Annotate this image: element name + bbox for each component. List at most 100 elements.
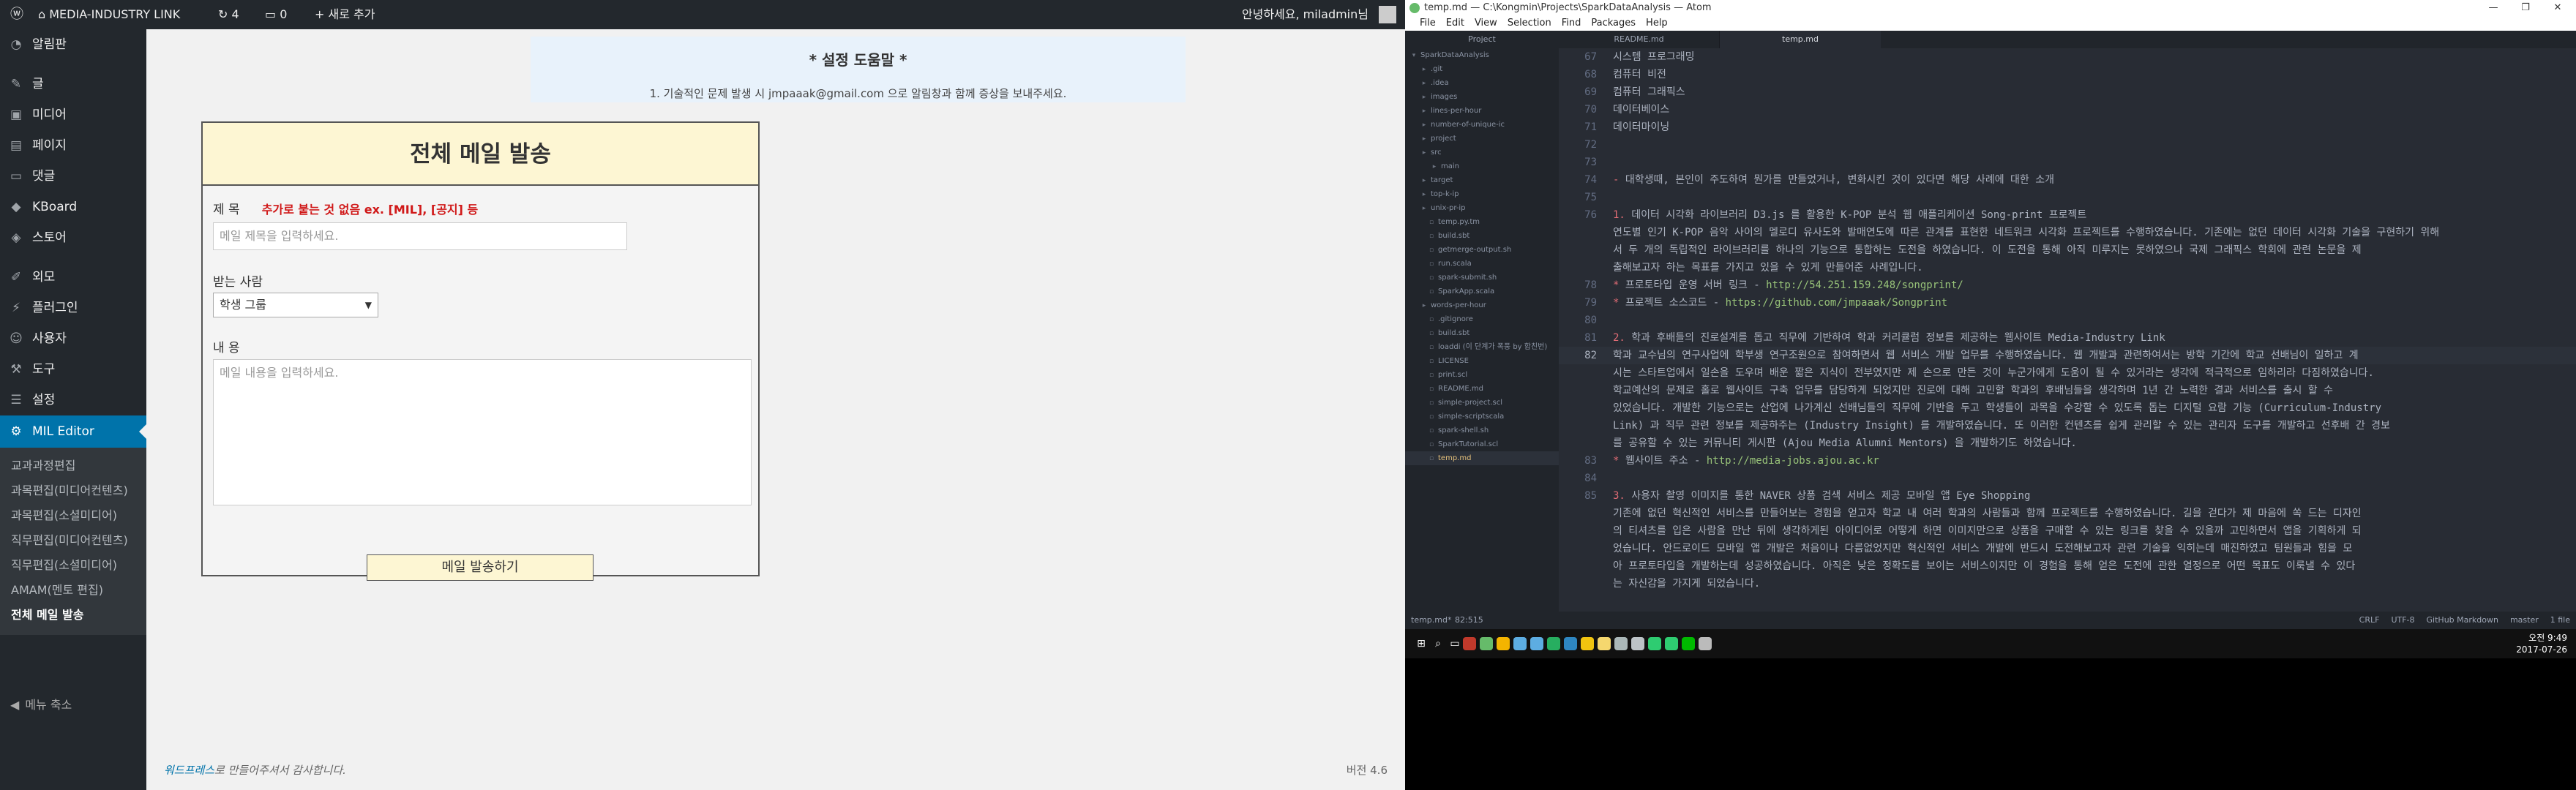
system-clock[interactable]: 오전 9:49 2017-07-26: [2516, 632, 2567, 655]
editor-pane[interactable]: 시스템 프로그래밍 컴퓨터 비전 컴퓨터 그래픽스 데이터베이스 데이터마이닝 - 대학생…: [1604, 48, 2576, 612]
menu-item-packages[interactable]: Packages: [1591, 18, 1636, 29]
tree-item[interactable]: ▸ unix-pr-ip: [1405, 201, 1559, 215]
tree-item[interactable]: ▸ .git: [1405, 62, 1559, 76]
tree-item[interactable]: ▫ getmerge-output.sh: [1405, 243, 1559, 257]
tree-item[interactable]: ▸ target: [1405, 173, 1559, 187]
wordpress-logo-icon[interactable]: ⓦ: [9, 0, 25, 29]
code-line[interactable]: 있었습니다. 개발한 기능으로는 산업에 나가계신 선배님들의 직무에 기반을 …: [1604, 399, 2576, 417]
sidebar-item-3[interactable]: ▤ 페이지: [0, 130, 146, 161]
tree-item[interactable]: ▸ project: [1405, 132, 1559, 146]
line-icon[interactable]: [1682, 637, 1695, 650]
tree-item[interactable]: ▸ words-per-hour: [1405, 298, 1559, 312]
new-content-link[interactable]: + 새로 추가: [315, 0, 375, 29]
minimize-icon[interactable]: —: [2482, 0, 2504, 16]
terminal-icon[interactable]: [1564, 637, 1577, 650]
send-mail-button[interactable]: 메일 발송하기: [367, 554, 594, 581]
status-item[interactable]: master: [2510, 615, 2539, 625]
settings-icon[interactable]: [1699, 637, 1712, 650]
code-line[interactable]: 컴퓨터 비전: [1604, 66, 2576, 83]
code-line[interactable]: Link) 과 직무 관련 정보를 제공하주는 (Industry Insigh…: [1604, 417, 2576, 434]
doc-icon[interactable]: [1631, 637, 1644, 650]
tree-item[interactable]: ▸ lines-per-hour: [1405, 104, 1559, 118]
updates-link[interactable]: ↻ 4: [218, 0, 239, 29]
taskview-icon[interactable]: ▭: [1445, 633, 1465, 654]
code-line[interactable]: [1604, 312, 2576, 329]
subject-input[interactable]: 메일 제목을 입력하세요.: [213, 222, 627, 250]
menu-item-file[interactable]: File: [1420, 18, 1436, 29]
tab-temp-md[interactable]: temp.md: [1720, 31, 1881, 48]
code-line[interactable]: 데이터베이스: [1604, 101, 2576, 118]
sidebar-item-9[interactable]: ☺ 사용자: [0, 323, 146, 354]
sidebar-item-0[interactable]: ◔ 알림판: [0, 29, 146, 60]
app-red-icon[interactable]: [1463, 637, 1476, 650]
recipient-select[interactable]: 학생 그룹 ▼: [213, 293, 378, 317]
code-line[interactable]: [1604, 136, 2576, 154]
submenu-item-4[interactable]: 직무편집(소셜미디어): [0, 553, 146, 578]
code-line[interactable]: - 대학생때, 본인이 주도하여 뭔가를 만들었거나, 변화시킨 것이 있다면 …: [1604, 171, 2576, 189]
tree-item[interactable]: ▸ main: [1405, 159, 1559, 173]
collapse-menu-button[interactable]: ◀ 메뉴 축소: [10, 695, 72, 712]
code-line[interactable]: 를 공유할 수 있는 커뮤니티 게시판 (Ajou Media Alumni M…: [1604, 434, 2576, 452]
code-line[interactable]: [1604, 189, 2576, 206]
menu-item-view[interactable]: View: [1475, 18, 1497, 29]
sidebar-item-5[interactable]: ◆ KBoard: [0, 192, 146, 222]
folder-icon[interactable]: [1581, 637, 1594, 650]
tree-item[interactable]: ▸ images: [1405, 90, 1559, 104]
cloud-icon[interactable]: [1614, 637, 1628, 650]
atom-icon[interactable]: [1480, 637, 1493, 650]
sidebar-item-10[interactable]: ⚒ 도구: [0, 354, 146, 385]
submenu-item-3[interactable]: 직무편집(미디어컨텐츠): [0, 528, 146, 553]
code-line[interactable]: * 프로젝트 소스코드 - https://github.com/jmpaaak…: [1604, 294, 2576, 312]
code-line[interactable]: 기존에 없던 혁신적인 서비스를 만들어보는 경험을 얻고자 학교 내 여러 학…: [1604, 505, 2576, 522]
code-line[interactable]: 학교예산의 문제로 홀로 웹사이트 구축 업무를 담당하게 되었지만 진로에 대…: [1604, 382, 2576, 399]
status-item[interactable]: 1 file: [2550, 615, 2570, 625]
sidebar-item-8[interactable]: ⚡ 플러그인: [0, 293, 146, 323]
code-line[interactable]: [1604, 470, 2576, 487]
submenu-item-1[interactable]: 과목편집(미디어컨텐츠): [0, 478, 146, 503]
sidebar-item-7[interactable]: ✐ 외모: [0, 262, 146, 293]
code-line[interactable]: 2. 학과 후배들의 진로설계를 돕고 직무에 기반하여 학과 커리큘럼 정보를…: [1604, 329, 2576, 347]
submenu-item-5[interactable]: AMAM(멘토 편집): [0, 578, 146, 603]
status-item[interactable]: GitHub Markdown: [2427, 615, 2498, 625]
code-line[interactable]: 3. 사용자 촬영 이미지를 통한 NAVER 상품 검색 서비스 제공 모바일…: [1604, 487, 2576, 505]
globe-icon[interactable]: [1513, 637, 1527, 650]
submenu-item-0[interactable]: 교과과정편집: [0, 454, 146, 478]
sidebar-item-6[interactable]: ◈ 스토어: [0, 222, 146, 253]
account-greeting[interactable]: 안녕하세요, miladmin님: [1242, 0, 1368, 29]
code-line[interactable]: 었습니다. 안드로이드 모바일 앱 개발은 처음이나 다름없었지만 혁신적인 서…: [1604, 540, 2576, 557]
app-green-icon[interactable]: [1547, 637, 1560, 650]
sidebar-item-11[interactable]: ☰ 설정: [0, 385, 146, 415]
code-line[interactable]: 시스템 프로그래밍: [1604, 48, 2576, 66]
avatar[interactable]: [1379, 6, 1396, 23]
tree-item[interactable]: ▫ print.scl: [1405, 368, 1559, 382]
code-line[interactable]: 학과 교수님의 연구사업에 학부생 연구조원으로 참여하면서 웹 서비스 개발 …: [1604, 347, 2576, 364]
code-line[interactable]: * 웹사이트 주소 - http://media-jobs.ajou.ac.kr: [1604, 452, 2576, 470]
code-line[interactable]: [1604, 154, 2576, 171]
tree-item[interactable]: ▫ temp.md: [1405, 451, 1559, 465]
tree-item[interactable]: ▫ simple-project.scl: [1405, 396, 1559, 410]
code-line[interactable]: 아 프로토타입을 개발하는데 성공하였습니다. 아직은 낮은 정확도를 보이는 …: [1604, 557, 2576, 575]
site-home-link[interactable]: ⌂ MEDIA-INDUSTRY LINK: [38, 0, 180, 29]
menu-item-help[interactable]: Help: [1646, 18, 1668, 29]
tree-item[interactable]: ▫ run.scala: [1405, 257, 1559, 271]
code-line[interactable]: 데이터마이닝: [1604, 118, 2576, 136]
tree-item[interactable]: ▫ spark-shell.sh: [1405, 424, 1559, 437]
close-icon[interactable]: ✕: [2547, 0, 2569, 16]
tree-item[interactable]: ▫ build.sbt: [1405, 229, 1559, 243]
network-icon[interactable]: [1530, 637, 1543, 650]
status-file[interactable]: temp.md*: [1411, 612, 1451, 629]
tree-item[interactable]: ▫ SparkTutorial.scl: [1405, 437, 1559, 451]
chrome-icon[interactable]: [1497, 637, 1510, 650]
code-line[interactable]: 의 티셔츠를 입은 사람을 만난 뒤에 생각하게된 아이디어로 어떻게 하면 이…: [1604, 522, 2576, 540]
tree-item[interactable]: ▫ temp.py.tm: [1405, 215, 1559, 229]
sidebar-item-2[interactable]: ▣ 미디어: [0, 99, 146, 130]
status-cursor[interactable]: 82:515: [1455, 612, 1483, 629]
code-line[interactable]: 는 자신감을 가지게 되었습니다.: [1604, 575, 2576, 592]
tree-item[interactable]: ▸ .idea: [1405, 76, 1559, 90]
comments-link[interactable]: ▭ 0: [265, 0, 287, 29]
submenu-item-2[interactable]: 과목편집(소셜미디어): [0, 503, 146, 528]
menu-item-selection[interactable]: Selection: [1508, 18, 1551, 29]
tree-item[interactable]: ▫ simple-scriptscala: [1405, 410, 1559, 424]
submenu-item-6[interactable]: 전체 메일 발송: [0, 603, 146, 628]
body-textarea[interactable]: 메일 내용을 입력하세요.: [213, 359, 752, 505]
